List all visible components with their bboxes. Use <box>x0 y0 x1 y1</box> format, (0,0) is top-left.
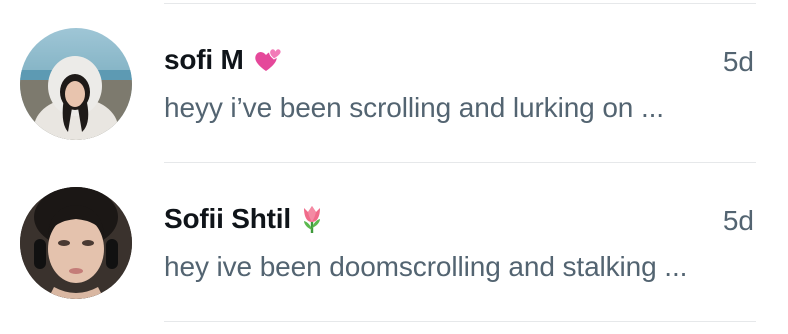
avatar[interactable] <box>20 28 132 140</box>
message-preview: hey ive been doomscrolling and stalking … <box>164 251 688 282</box>
message-time: 5d <box>722 205 754 236</box>
contact-name: sofi M <box>164 44 244 75</box>
two-hearts-icon <box>252 45 282 75</box>
message-time: 5d <box>722 46 754 77</box>
avatar-photo <box>20 187 132 299</box>
tulip-icon <box>299 204 325 234</box>
dm-conversation-list: sofi M 5d heyy i’ve been scrolling and l… <box>0 0 788 334</box>
conversation-row[interactable]: Sofii Shtil 5d hey ive been doomscrollin… <box>0 163 788 321</box>
name-line: sofi M <box>164 42 282 78</box>
row-divider <box>164 321 756 322</box>
conversation-row[interactable]: sofi M 5d heyy i’ve been scrolling and l… <box>0 4 788 162</box>
avatar[interactable] <box>20 187 132 299</box>
contact-name: Sofii Shtil <box>164 203 291 234</box>
message-preview: heyy i’ve been scrolling and lurking on … <box>164 92 664 123</box>
name-line: Sofii Shtil <box>164 201 325 237</box>
avatar-photo <box>20 28 132 140</box>
